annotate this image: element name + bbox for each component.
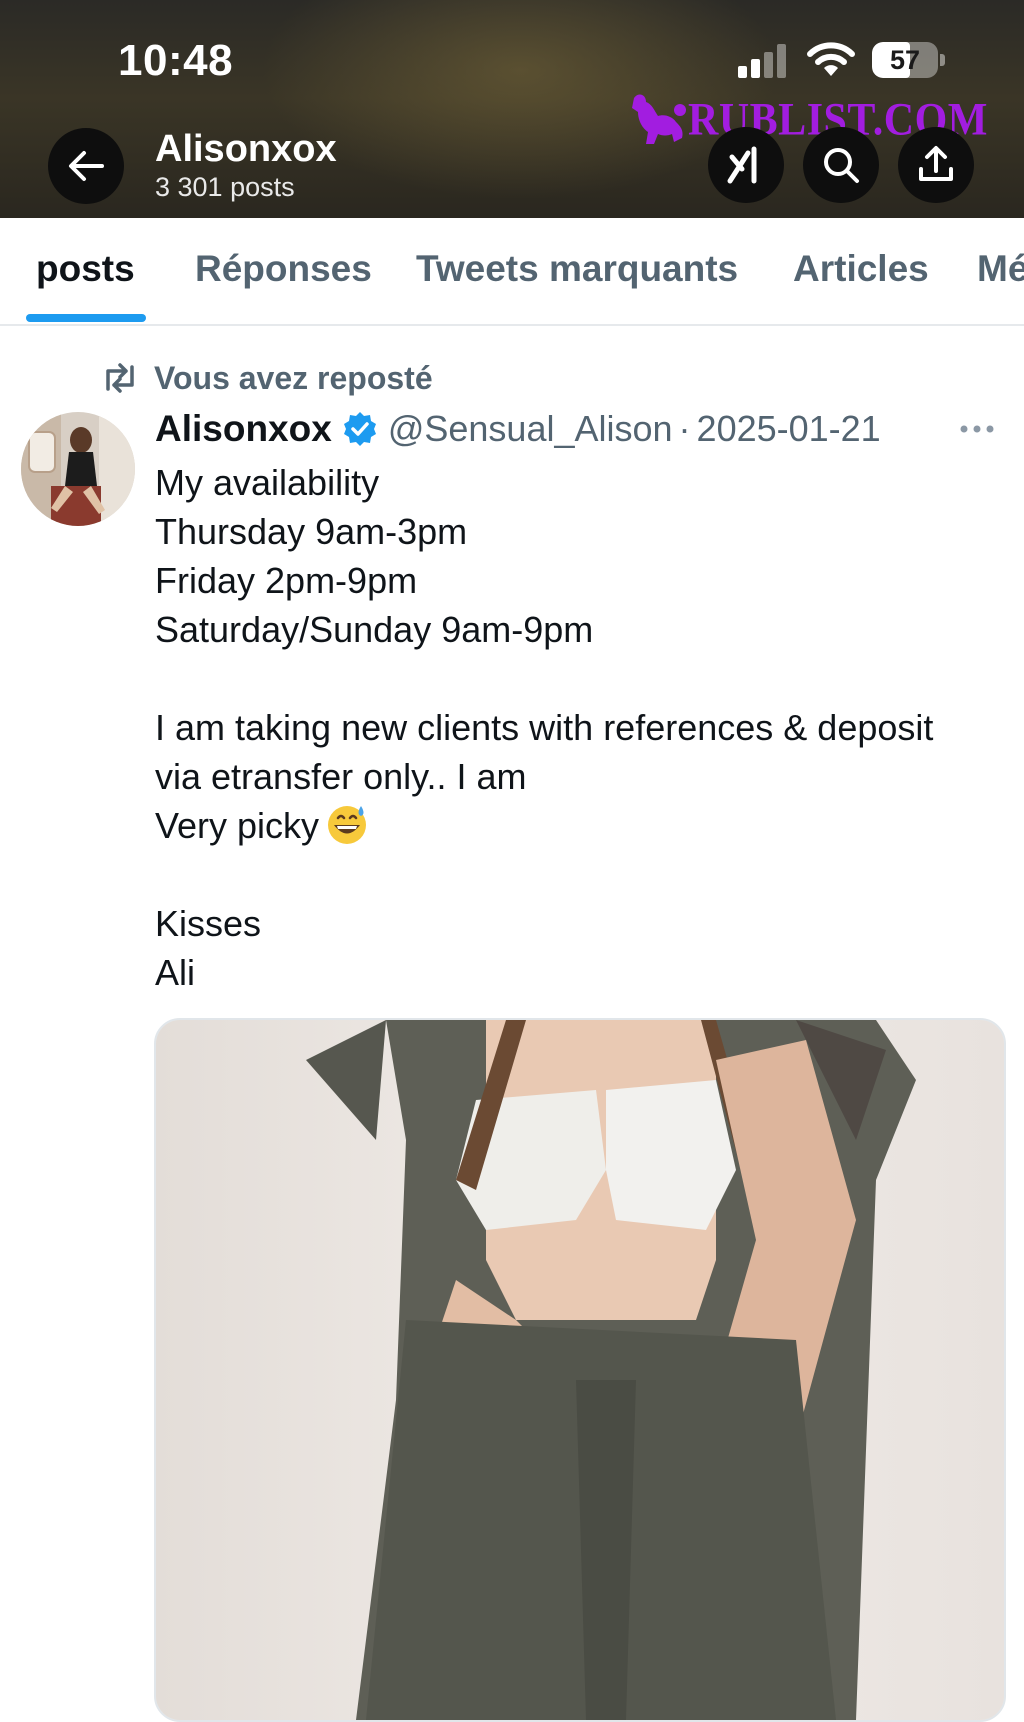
grinning-sweat-emoji-icon bbox=[328, 806, 367, 844]
battery-indicator: 57 bbox=[872, 42, 946, 80]
grok-button[interactable] bbox=[708, 127, 784, 203]
post-date[interactable]: 2025-01-21 bbox=[697, 408, 881, 450]
post-line: My availability bbox=[155, 462, 380, 503]
active-tab-indicator bbox=[26, 314, 146, 322]
repost-context: Vous avez reposté bbox=[100, 356, 433, 400]
author-avatar[interactable] bbox=[21, 412, 135, 526]
post-text: My availability Thursday 9am-3pm Friday … bbox=[155, 458, 1005, 997]
post-line: Friday 2pm-9pm bbox=[155, 560, 418, 601]
search-icon bbox=[824, 148, 859, 183]
tab-articles[interactable]: Articles bbox=[793, 248, 929, 290]
verified-badge-icon bbox=[343, 412, 376, 446]
author-handle[interactable]: @Sensual_Alison bbox=[388, 408, 673, 450]
profile-header: 10:48 57 Alisonxox 3 301 posts RUBLIST.C… bbox=[0, 0, 1024, 218]
wifi-icon bbox=[807, 42, 855, 76]
post-line: I am taking new clients with references … bbox=[155, 707, 934, 748]
share-button[interactable] bbox=[898, 127, 974, 203]
profile-title: Alisonxox bbox=[155, 128, 337, 170]
tab-highlights[interactable]: Tweets marquants bbox=[416, 248, 738, 290]
tab-replies[interactable]: Réponses bbox=[195, 248, 372, 290]
tab-media[interactable]: Mé bbox=[977, 248, 1024, 290]
post-blank-line bbox=[155, 654, 1005, 703]
more-options-icon[interactable] bbox=[958, 414, 998, 444]
arrow-left-icon bbox=[69, 151, 104, 181]
battery-shell: 57 bbox=[872, 42, 938, 78]
battery-percent: 57 bbox=[889, 45, 921, 75]
search-button[interactable] bbox=[803, 127, 879, 203]
meta-separator: · bbox=[678, 408, 691, 449]
cellular-signal-icon bbox=[738, 44, 786, 78]
repost-label: Vous avez reposté bbox=[154, 359, 433, 396]
post-author-row: Alisonxox @Sensual_Alison · 2025-01-21 bbox=[155, 406, 881, 452]
post-line: Ali bbox=[155, 952, 196, 993]
repost-icon bbox=[106, 363, 134, 393]
profile-tabs: posts Réponses Tweets marquants Articles… bbox=[0, 218, 1024, 326]
post-line: Thursday 9am-3pm bbox=[155, 511, 468, 552]
author-name[interactable]: Alisonxox bbox=[155, 408, 332, 450]
watermark-figure-icon bbox=[632, 94, 686, 144]
post-blank-line bbox=[155, 850, 1005, 899]
grok-icon bbox=[727, 146, 757, 184]
post-line: via etransfer only.. I am bbox=[155, 756, 527, 797]
status-time: 10:48 bbox=[118, 36, 234, 85]
media-photo bbox=[156, 1020, 1004, 1720]
battery-nub bbox=[940, 54, 945, 66]
back-button[interactable] bbox=[48, 128, 124, 204]
avatar-photo bbox=[21, 412, 135, 526]
post-line-with-emoji: Very picky bbox=[155, 801, 1005, 850]
post-media-image[interactable] bbox=[154, 1018, 1006, 1722]
post-line: Kisses bbox=[155, 903, 262, 944]
post-line: Saturday/Sunday 9am-9pm bbox=[155, 609, 594, 650]
post-count: 3 301 posts bbox=[155, 172, 295, 202]
tab-posts[interactable]: posts bbox=[36, 248, 135, 290]
post-line: Very picky bbox=[155, 805, 320, 846]
share-icon bbox=[919, 146, 953, 181]
